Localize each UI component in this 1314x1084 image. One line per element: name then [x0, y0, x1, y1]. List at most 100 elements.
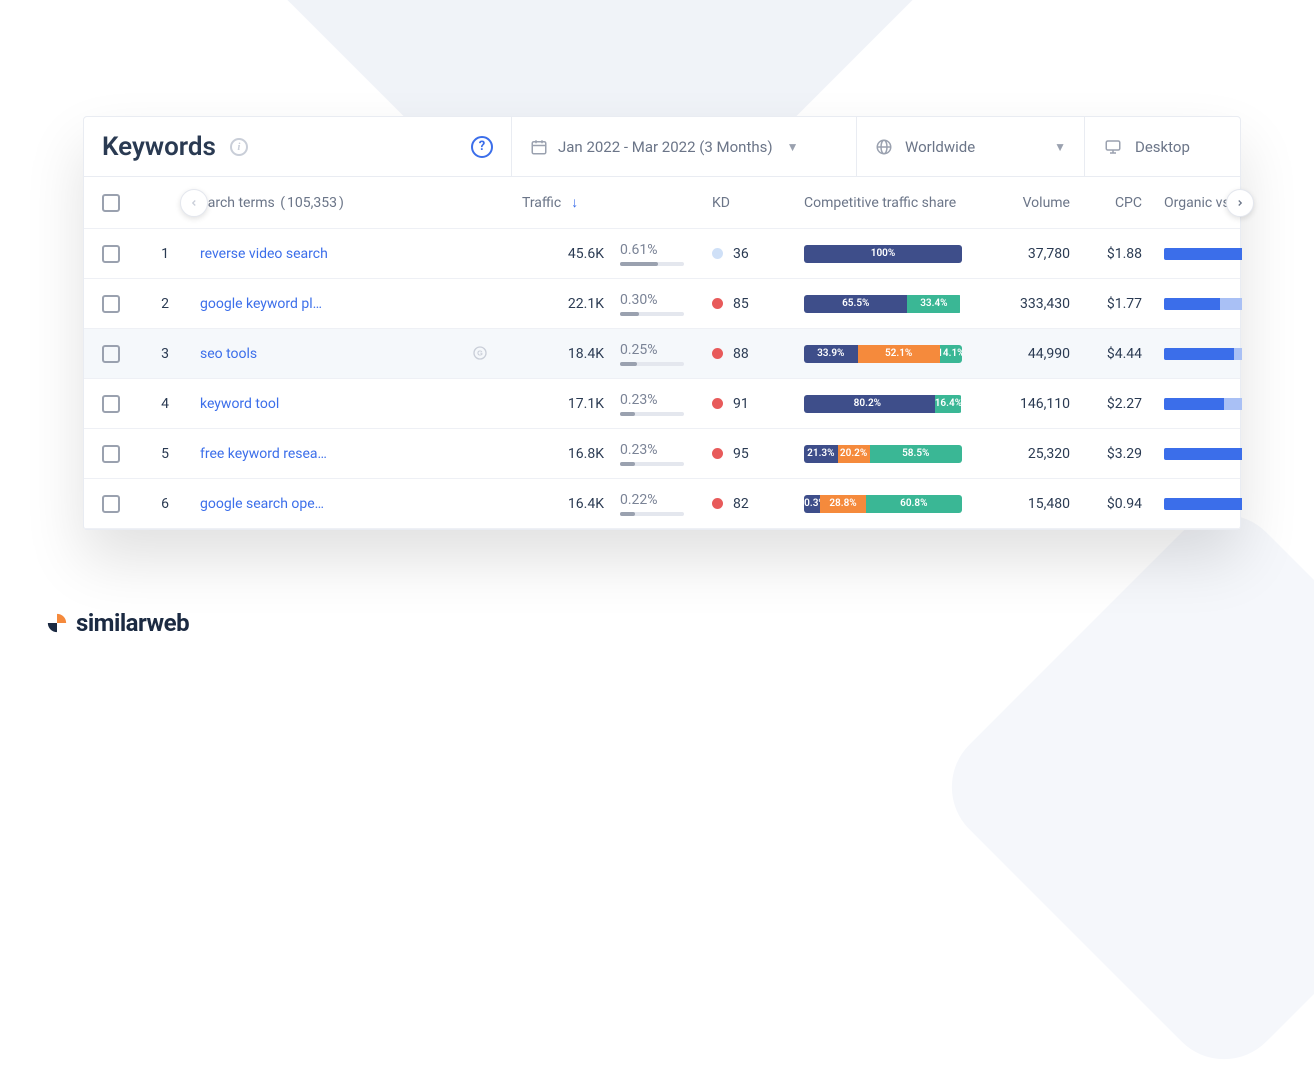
kd-dot-icon	[712, 498, 723, 509]
keyword-link[interactable]: keyword tool	[200, 396, 279, 412]
table-row: 5free keyword resea…16.8K0.23%9521.3%20.…	[84, 429, 1240, 479]
row-checkbox[interactable]	[102, 295, 120, 313]
kd-dot-icon	[712, 398, 723, 409]
row-checkbox[interactable]	[102, 395, 120, 413]
keywords-panel: Keywords i ? Jan 2022 - Mar 2022 (3 Mont…	[83, 116, 1241, 530]
competitive-share: 80.2%16.4%	[796, 395, 976, 413]
traffic-pct: 0.22%	[612, 492, 704, 516]
keyword-link[interactable]: google keyword pl…	[200, 296, 322, 312]
geo-selector[interactable]: Worldwide ▼	[857, 117, 1085, 176]
kd-dot-icon	[712, 248, 723, 259]
keyword-link[interactable]: free keyword resea…	[200, 446, 327, 462]
kd-value: 95	[704, 446, 796, 462]
table-row: 1 reverse video search 45.6K0.61%36100%37,…	[84, 229, 1240, 279]
organic-bar	[1150, 398, 1242, 410]
google-icon: G	[472, 345, 490, 363]
table-row: 4keyword tool17.1K0.23%9180.2%16.4%146,1…	[84, 379, 1240, 429]
cpc-value: $1.77	[1078, 296, 1150, 312]
traffic-value: 22.1K	[514, 296, 612, 312]
organic-bar	[1150, 298, 1242, 310]
cpc-value: $3.29	[1078, 446, 1150, 462]
row-rank: 5	[138, 446, 192, 462]
competitive-share: 65.5%33.4%	[796, 295, 976, 313]
volume-value: 25,320	[976, 446, 1078, 462]
col-volume[interactable]: Volume	[976, 195, 1078, 211]
traffic-pct: 0.61%	[612, 242, 704, 266]
volume-value: 15,480	[976, 496, 1078, 512]
select-all-checkbox[interactable]	[102, 194, 120, 212]
table-row: 6 google search ope… 16.4K0.22%8210.3%28.8…	[84, 479, 1240, 529]
chevron-down-icon: ▼	[787, 140, 799, 154]
calendar-icon	[530, 138, 548, 156]
brand-name: similarweb	[76, 609, 189, 637]
volume-value: 333,430	[976, 296, 1078, 312]
cpc-value: $4.44	[1078, 346, 1150, 362]
competitive-share: 10.3%28.8%60.8%	[796, 495, 976, 513]
logo-mark-icon	[46, 612, 68, 634]
cpc-value: $0.94	[1078, 496, 1150, 512]
help-icon[interactable]: ?	[471, 136, 493, 158]
device-selector[interactable]: Desktop	[1085, 117, 1240, 176]
kd-value: 82	[704, 496, 796, 512]
col-cpc[interactable]: CPC	[1078, 195, 1150, 211]
row-checkbox[interactable]	[102, 495, 120, 513]
traffic-pct: 0.23%	[612, 392, 704, 416]
traffic-value: 16.4K	[514, 496, 612, 512]
keyword-link[interactable]: reverse video search	[200, 246, 328, 262]
organic-bar	[1150, 448, 1242, 460]
globe-icon	[875, 138, 893, 156]
row-rank: 1	[138, 246, 192, 262]
keyword-link[interactable]: google search ope…	[200, 496, 324, 512]
organic-bar	[1150, 248, 1242, 260]
kd-dot-icon	[712, 298, 723, 309]
date-range-selector[interactable]: Jan 2022 - Mar 2022 (3 Months) ▼	[512, 117, 857, 176]
competitive-share: 100%	[796, 245, 976, 263]
volume-value: 37,780	[976, 246, 1078, 262]
keywords-table: Search terms (105,353) Traffic ↓ KD Comp…	[84, 177, 1240, 529]
device-label: Desktop	[1135, 138, 1190, 156]
row-checkbox[interactable]	[102, 445, 120, 463]
row-rank: 2	[138, 296, 192, 312]
traffic-value: 17.1K	[514, 396, 612, 412]
cpc-value: $2.27	[1078, 396, 1150, 412]
chevron-down-icon: ▼	[1054, 140, 1066, 154]
kd-value: 85	[704, 296, 796, 312]
traffic-pct: 0.30%	[612, 292, 704, 316]
row-checkbox[interactable]	[102, 345, 120, 363]
row-rank: 3	[138, 346, 192, 362]
col-kd[interactable]: KD	[704, 195, 796, 211]
volume-value: 44,990	[976, 346, 1078, 362]
toolbar: Keywords i ? Jan 2022 - Mar 2022 (3 Mont…	[84, 117, 1240, 177]
table-row: 3seo toolsG18.4K0.25%8833.9%52.1%14.1%44…	[84, 329, 1240, 379]
kd-value: 91	[704, 396, 796, 412]
table-header: Search terms (105,353) Traffic ↓ KD Comp…	[84, 177, 1240, 229]
kd-value: 36	[704, 246, 796, 262]
kd-dot-icon	[712, 448, 723, 459]
traffic-value: 16.8K	[514, 446, 612, 462]
traffic-value: 45.6K	[514, 246, 612, 262]
info-icon[interactable]: i	[230, 138, 248, 156]
col-competitive[interactable]: Competitive traffic share	[796, 195, 976, 211]
brand-logo: similarweb	[46, 609, 189, 637]
organic-bar	[1150, 348, 1242, 360]
keyword-link[interactable]: seo tools	[200, 346, 257, 362]
sort-desc-icon: ↓	[571, 194, 578, 211]
traffic-value: 18.4K	[514, 346, 612, 362]
desktop-icon	[1103, 138, 1123, 156]
competitive-share: 21.3%20.2%58.5%	[796, 445, 976, 463]
kd-value: 88	[704, 346, 796, 362]
geo-label: Worldwide	[905, 138, 975, 156]
organic-bar	[1150, 498, 1242, 510]
col-traffic[interactable]: Traffic ↓	[514, 194, 612, 211]
row-checkbox[interactable]	[102, 245, 120, 263]
table-row: 2 google keyword pl… 22.1K0.30%8565.5%33.4…	[84, 279, 1240, 329]
scroll-left-button[interactable]	[180, 189, 208, 217]
cpc-value: $1.88	[1078, 246, 1150, 262]
col-search-terms[interactable]: Search terms (105,353)	[192, 195, 514, 211]
competitive-share: 33.9%52.1%14.1%	[796, 345, 976, 363]
date-range-label: Jan 2022 - Mar 2022 (3 Months)	[558, 138, 773, 156]
scroll-right-button[interactable]	[1226, 189, 1254, 217]
svg-text:G: G	[477, 348, 483, 357]
row-rank: 6	[138, 496, 192, 512]
volume-value: 146,110	[976, 396, 1078, 412]
